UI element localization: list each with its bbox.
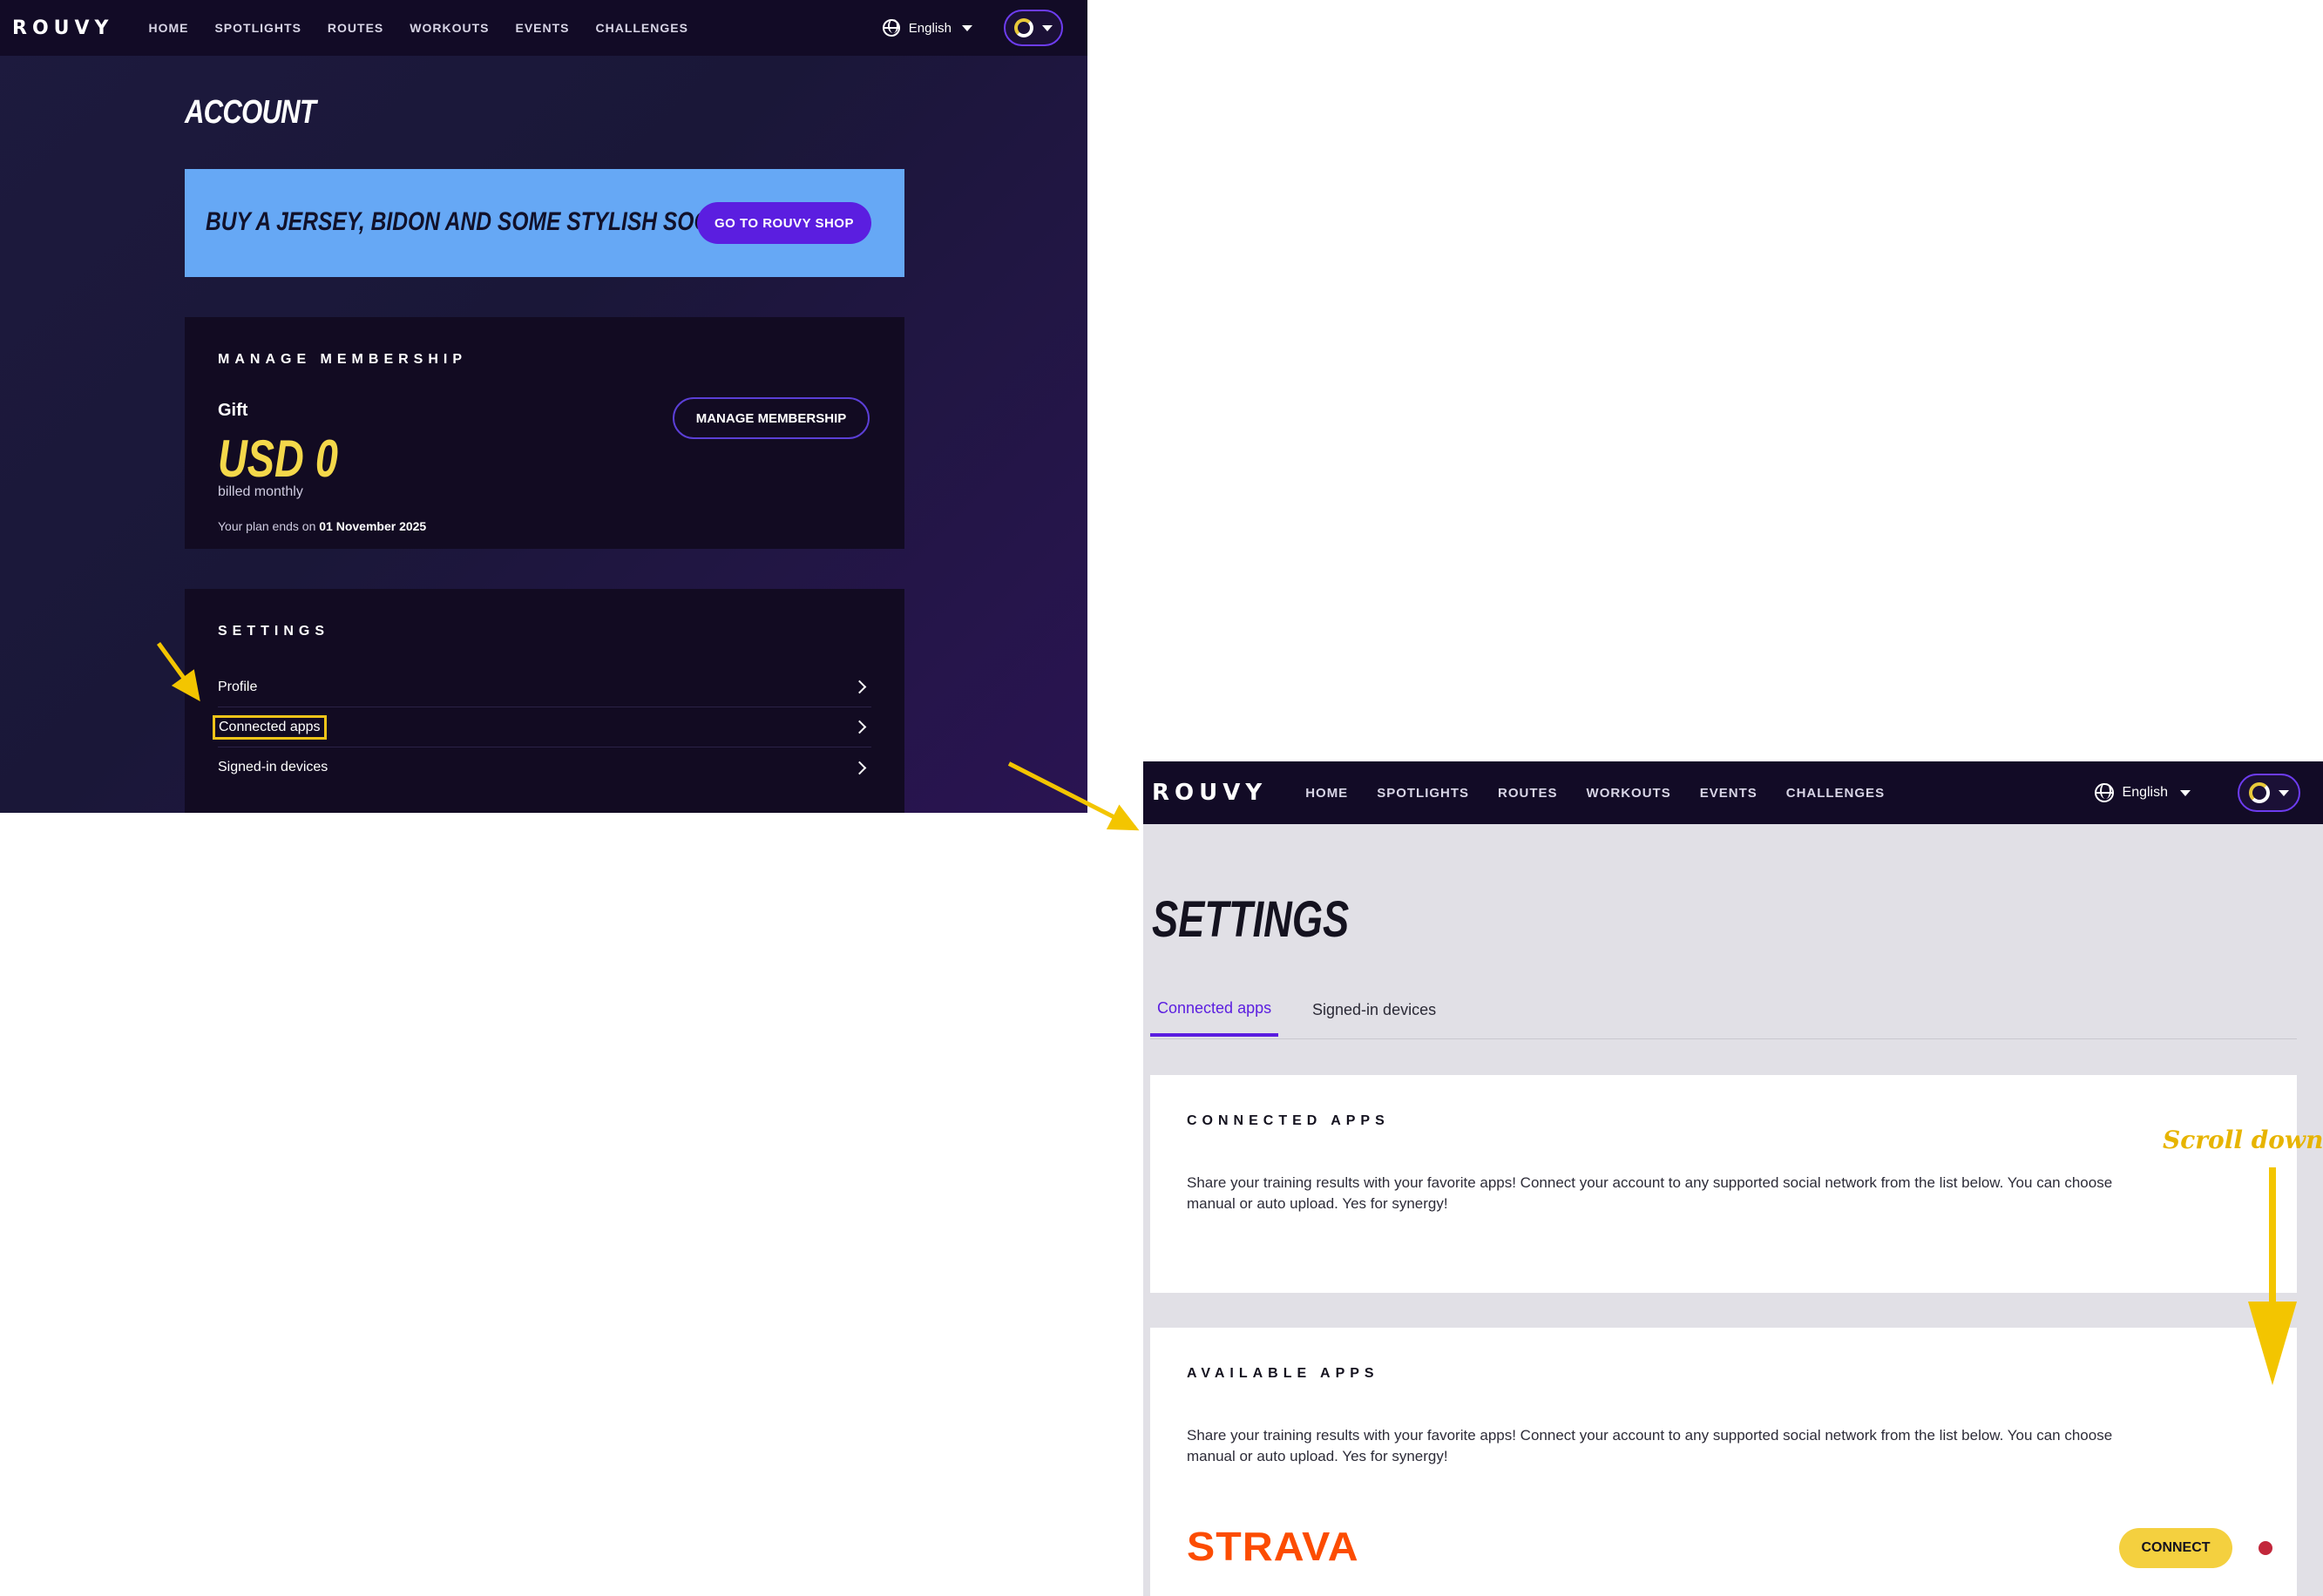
- nav-link-events[interactable]: EVENTS: [515, 21, 569, 35]
- strava-logo: STRAVA: [1187, 1524, 1359, 1569]
- nav-link-routes[interactable]: ROUTES: [1498, 786, 1558, 801]
- settings-item-label-highlighted: Connected apps: [213, 714, 327, 740]
- user-menu-button[interactable]: [1004, 10, 1063, 46]
- top-nav: ROUVY HOME SPOTLIGHTS ROUTES WORKOUTS EV…: [0, 0, 1087, 56]
- chevron-down-icon: [1042, 24, 1053, 31]
- connection-status-dot: [2259, 1541, 2272, 1555]
- language-label: English: [2122, 785, 2168, 800]
- nav-link-workouts[interactable]: WORKOUTS: [1587, 786, 1671, 801]
- chevron-down-icon: [962, 24, 972, 31]
- language-label: English: [908, 20, 952, 36]
- page-title: ACCOUNT: [185, 94, 316, 131]
- description-line: manual or auto upload. Yes for synergy!: [1187, 1448, 1448, 1464]
- account-page: ROUVY HOME SPOTLIGHTS ROUTES WORKOUTS EV…: [0, 0, 1087, 813]
- scroll-down-annotation: Scroll down: [2163, 1126, 2323, 1154]
- nav-links: HOME SPOTLIGHTS ROUTES WORKOUTS EVENTS C…: [148, 21, 714, 35]
- settings-heading: SETTINGS: [218, 624, 330, 639]
- chevron-right-icon: [852, 761, 867, 774]
- shop-banner: BUY A JERSEY, BIDON AND SOME STYLISH SOC…: [185, 169, 904, 277]
- description-line: Share your training results with your fa…: [1187, 1174, 2113, 1191]
- settings-item-signed-in-devices[interactable]: Signed-in devices: [218, 747, 871, 788]
- nav-link-spotlights[interactable]: SPOTLIGHTS: [214, 21, 301, 35]
- globe-icon: [882, 19, 900, 37]
- plan-end-prefix: Your plan ends on: [218, 519, 316, 533]
- rouvy-logo[interactable]: ROUVY: [12, 17, 113, 39]
- plan-price: USD 0: [218, 429, 338, 488]
- membership-card: MANAGE MEMBERSHIP Gift USD 0 billed mont…: [185, 317, 904, 549]
- settings-tabs: Connected apps Signed-in devices: [1150, 983, 2297, 1039]
- nav-link-events[interactable]: EVENTS: [1700, 786, 1757, 801]
- settings-item-connected-apps[interactable]: Connected apps: [213, 707, 871, 747]
- go-to-shop-button[interactable]: GO TO ROUVY SHOP: [697, 202, 871, 244]
- nav-link-spotlights[interactable]: SPOTLIGHTS: [1377, 786, 1469, 801]
- avatar-icon: [2249, 782, 2270, 803]
- avatar-icon: [1014, 18, 1033, 37]
- connected-apps-description: Share your training results with your fa…: [1187, 1173, 2232, 1214]
- banner-text: BUY A JERSEY, BIDON AND SOME STYLISH SOC…: [206, 207, 740, 236]
- nav-link-routes[interactable]: ROUTES: [328, 21, 383, 35]
- plan-end-info: Your plan ends on 01 November 2025: [218, 519, 426, 533]
- page-title: SETTINGS: [1152, 891, 1350, 948]
- language-selector[interactable]: English: [882, 19, 972, 37]
- tab-signed-in-devices[interactable]: Signed-in devices: [1312, 983, 1436, 1037]
- scroll-down-arrow-head: [2248, 1302, 2297, 1385]
- nav-links: HOME SPOTLIGHTS ROUTES WORKOUTS EVENTS C…: [1305, 786, 1913, 801]
- chevron-down-icon: [2180, 789, 2191, 796]
- settings-item-profile[interactable]: Profile: [218, 667, 871, 707]
- connected-apps-card: CONNECTED APPS Share your training resul…: [1150, 1075, 2297, 1293]
- settings-item-label: Profile: [218, 679, 258, 694]
- settings-card: SETTINGS Profile Connected apps Signed-i…: [185, 589, 904, 813]
- nav-link-workouts[interactable]: WORKOUTS: [410, 21, 489, 35]
- scroll-down-arrow-shaft: [2269, 1167, 2276, 1307]
- billing-period: billed monthly: [218, 484, 303, 499]
- description-line: manual or auto upload. Yes for synergy!: [1187, 1195, 1448, 1212]
- strava-connect-button[interactable]: CONNECT: [2119, 1528, 2232, 1568]
- rouvy-logo[interactable]: ROUVY: [1152, 780, 1267, 806]
- user-menu-button[interactable]: [2238, 774, 2300, 812]
- connected-apps-heading: CONNECTED APPS: [1187, 1113, 1390, 1128]
- nav-link-home[interactable]: HOME: [1305, 786, 1348, 801]
- nav-link-challenges[interactable]: CHALLENGES: [1786, 786, 1885, 801]
- chevron-down-icon: [2279, 789, 2289, 796]
- chevron-right-icon: [852, 680, 867, 694]
- plan-end-date: 01 November 2025: [319, 519, 427, 533]
- settings-page: ROUVY HOME SPOTLIGHTS ROUTES WORKOUTS EV…: [1143, 761, 2323, 1596]
- tab-connected-apps[interactable]: Connected apps: [1150, 983, 1279, 1037]
- available-apps-card: AVAILABLE APPS Share your training resul…: [1150, 1328, 2297, 1596]
- plan-name: Gift: [218, 401, 248, 420]
- manage-membership-button[interactable]: MANAGE MEMBERSHIP: [673, 397, 870, 439]
- membership-heading: MANAGE MEMBERSHIP: [218, 352, 468, 367]
- available-apps-heading: AVAILABLE APPS: [1187, 1366, 1379, 1381]
- description-line: Share your training results with your fa…: [1187, 1427, 2113, 1444]
- globe-icon: [2094, 783, 2114, 802]
- top-nav: ROUVY HOME SPOTLIGHTS ROUTES WORKOUTS EV…: [1143, 761, 2323, 824]
- chevron-right-icon: [852, 720, 867, 734]
- nav-link-challenges[interactable]: CHALLENGES: [596, 21, 688, 35]
- available-apps-description: Share your training results with your fa…: [1187, 1425, 2232, 1467]
- nav-link-home[interactable]: HOME: [148, 21, 188, 35]
- settings-item-label: Signed-in devices: [218, 760, 328, 774]
- language-selector[interactable]: English: [2094, 783, 2191, 802]
